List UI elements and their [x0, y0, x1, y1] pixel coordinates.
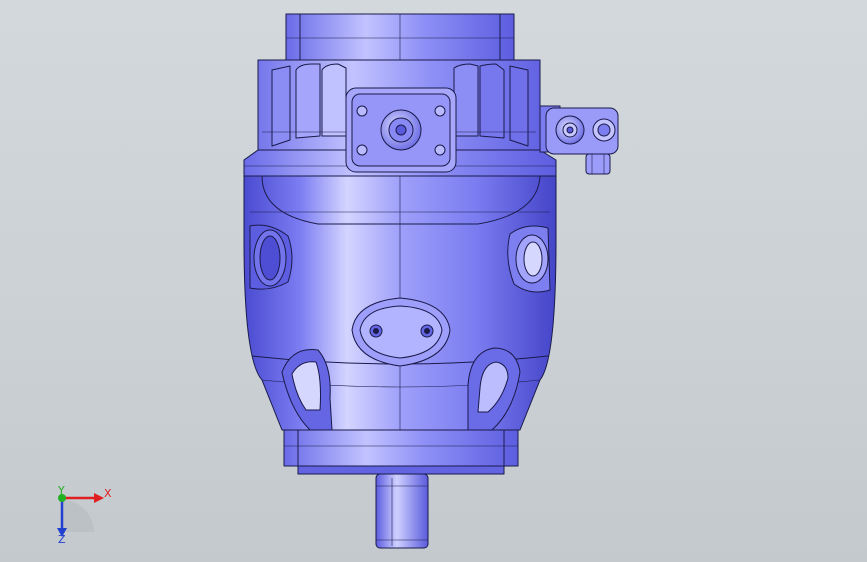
right-side-port: [507, 225, 551, 293]
mounting-flange: [283, 429, 519, 475]
left-side-port: [249, 224, 293, 290]
pump-3d-model[interactable]: [0, 0, 867, 562]
square-flange: [345, 87, 457, 173]
top-port-housing: [285, 13, 515, 63]
graphics-viewport[interactable]: X Y Z: [0, 0, 867, 562]
drive-shaft: [375, 473, 429, 549]
